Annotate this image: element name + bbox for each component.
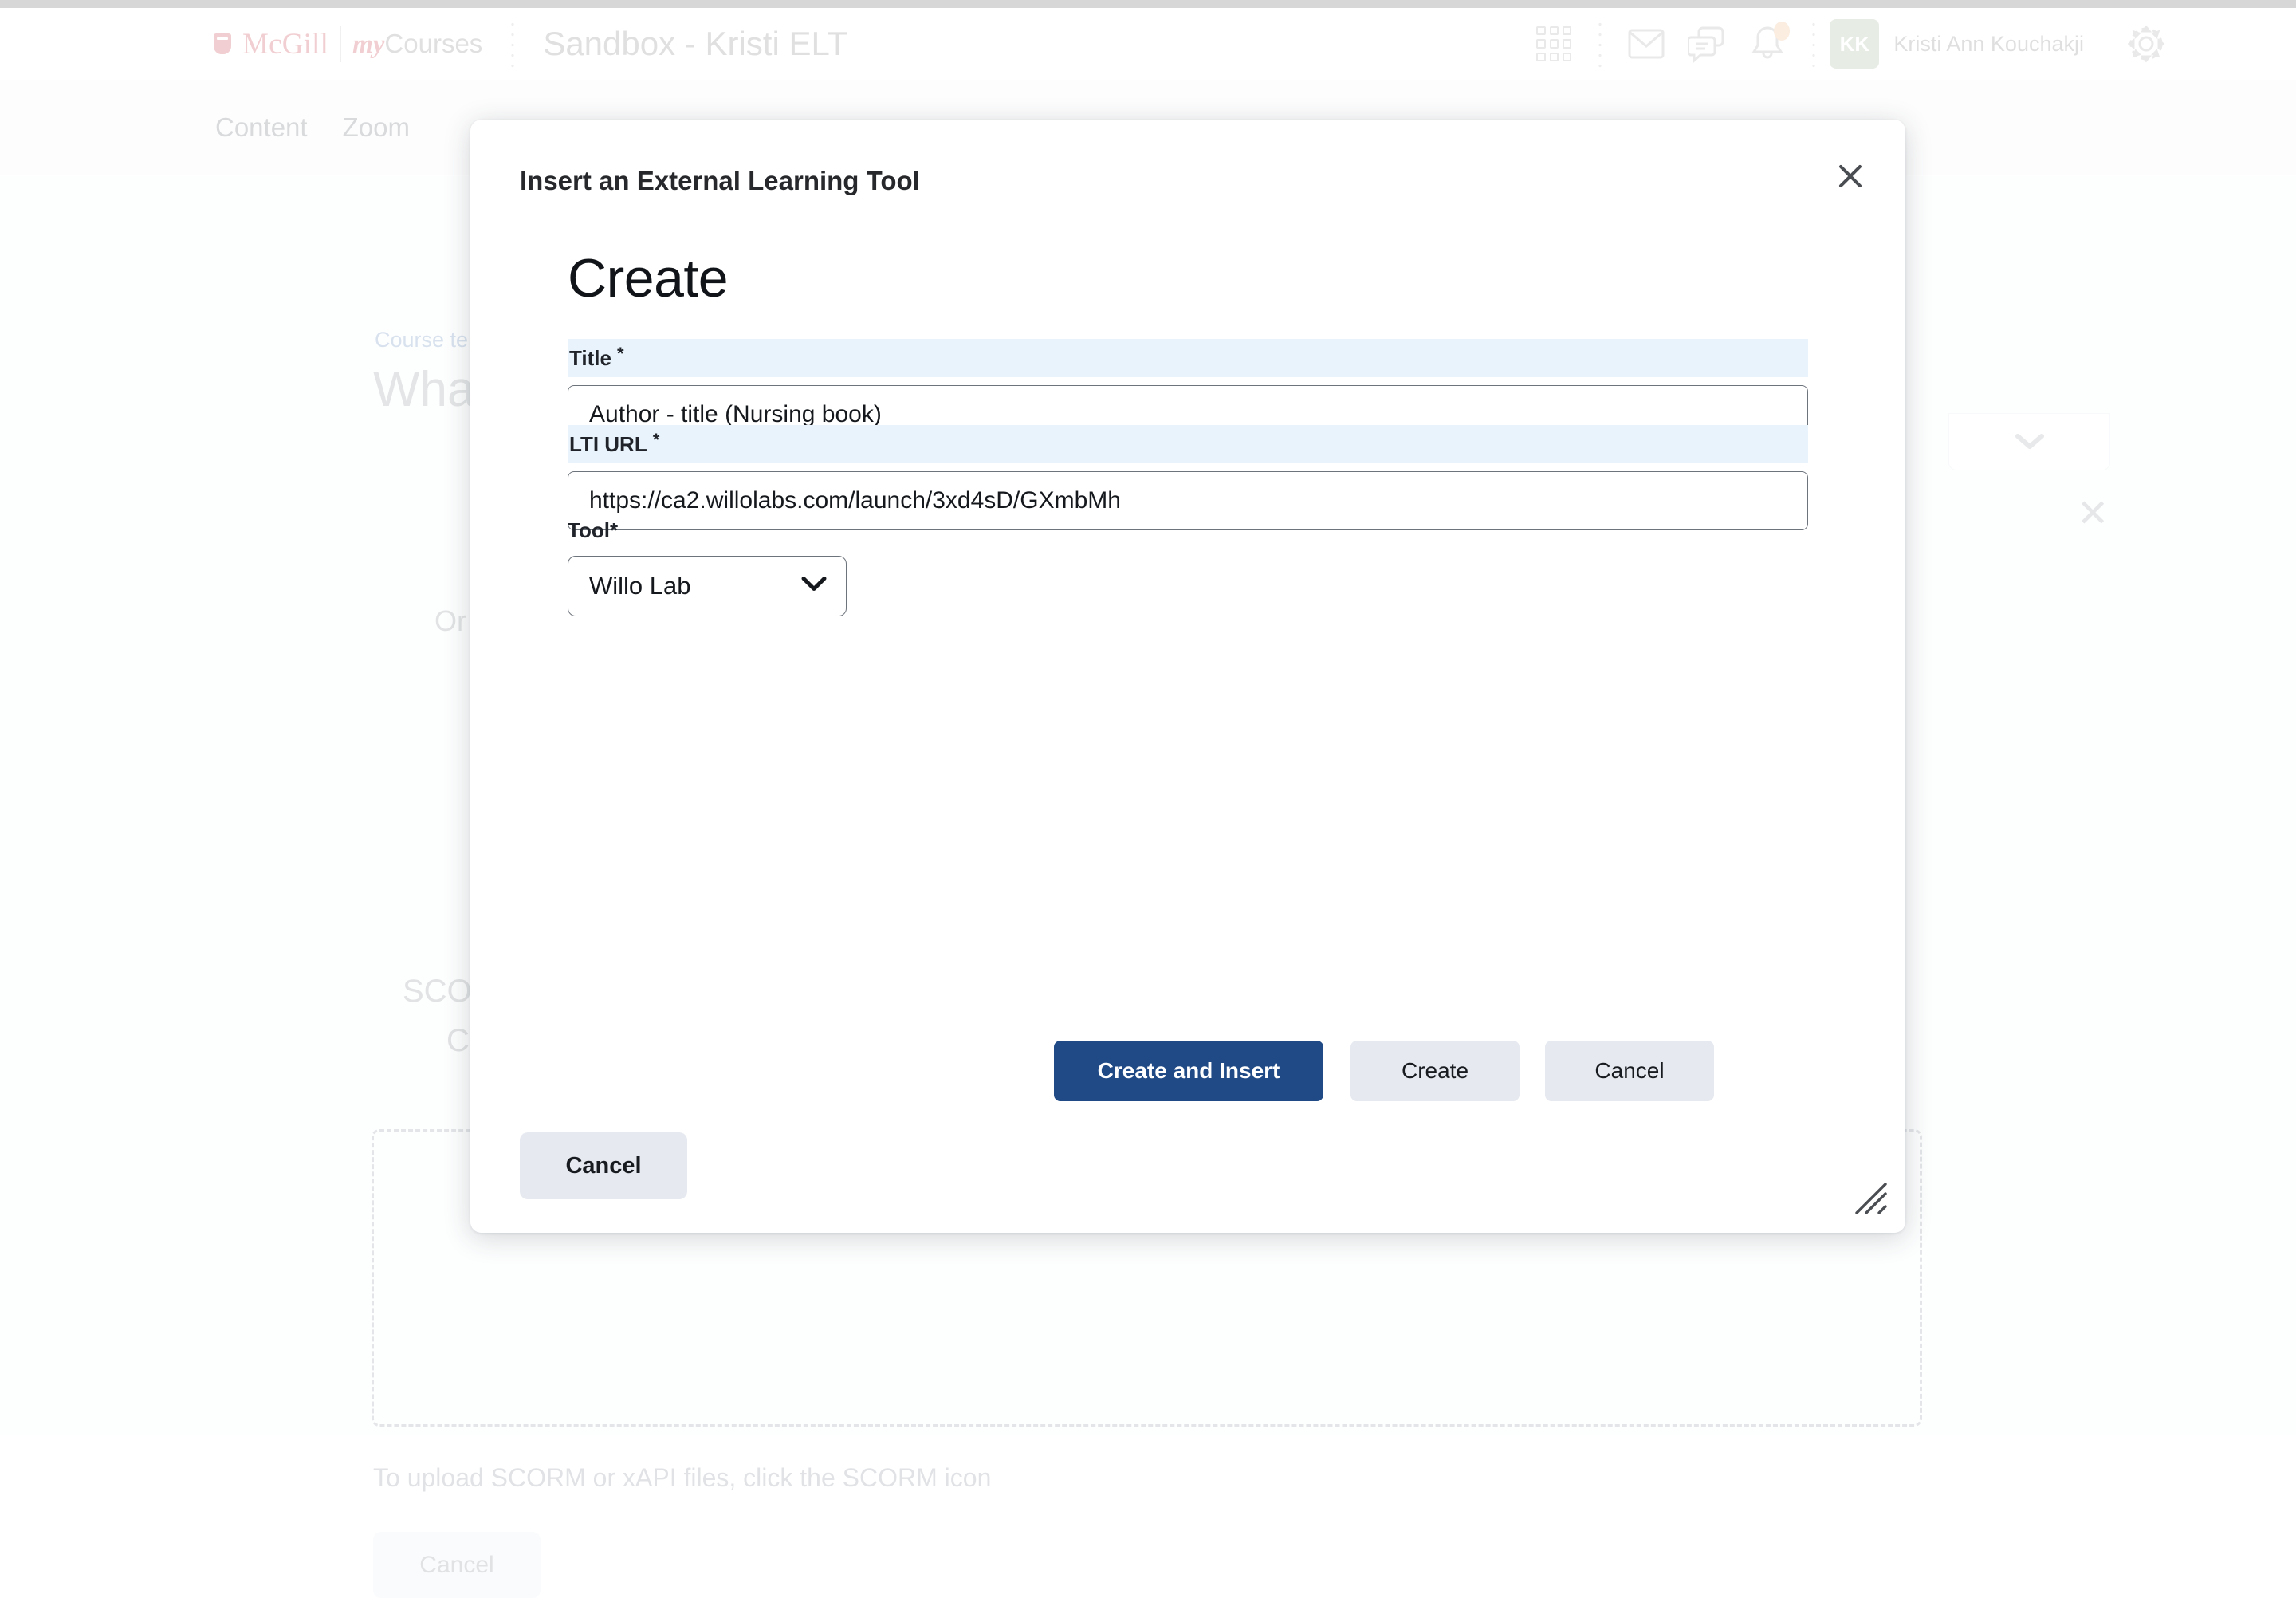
browser-top-strip [0,0,2296,8]
scorm-text-line-1: SCO [403,974,472,1010]
header-divider-dots [511,19,514,69]
dialog-body: Create Title * LTI URL * Tool * [470,215,1905,1233]
breadcrumb[interactable]: Course te [375,328,468,352]
tab-content[interactable]: Content [198,112,325,143]
chat-icon[interactable] [1677,14,1737,74]
dialog-title: Insert an External Learning Tool [520,166,920,196]
dialog-footer-cancel-button[interactable]: Cancel [520,1132,687,1199]
title-field-label: Title * [568,339,1808,377]
tool-label-text: Tool [568,518,610,543]
upload-helper-text: To upload SCORM or xAPI files, click the… [373,1463,991,1493]
brand-divider [340,26,341,62]
waffle-grid-icon[interactable] [1523,14,1584,74]
background-cancel-button[interactable]: Cancel [373,1532,541,1598]
header-actions: KK Kristi Ann Kouchakji [1523,14,2176,74]
brand-logo[interactable]: McGill myCourses [214,26,482,62]
panel-close-icon[interactable]: ✕ [2077,495,2109,533]
create-heading: Create [568,247,728,309]
brand-courses-text: Courses [384,29,482,58]
insert-external-learning-tool-dialog: Insert an External Learning Tool Create … [470,120,1905,1233]
lti-url-required-mark: * [653,430,660,451]
tool-field-label: Tool * [568,514,847,546]
notification-dot [1774,22,1790,41]
site-header: McGill myCourses Sandbox - Kristi ELT KK [0,8,2296,80]
tool-selected-value: Willo Lab [589,572,691,600]
tool-required-mark: * [610,518,618,543]
lti-url-field-label: LTI URL * [568,425,1808,463]
header-divider-dots-2 [1598,19,1602,69]
tool-select[interactable]: Willo Lab [568,556,847,616]
title-required-mark: * [617,344,624,364]
dialog-header: Insert an External Learning Tool [470,120,1905,215]
create-button[interactable]: Create [1350,1041,1520,1101]
mail-icon[interactable] [1616,14,1677,74]
course-title: Sandbox - Kristi ELT [543,25,847,63]
tool-select-wrapper: Willo Lab [568,556,847,616]
tool-field-group: Tool * Willo Lab [568,514,847,616]
close-icon[interactable] [1827,153,1873,199]
avatar[interactable]: KK [1830,19,1879,69]
page-title: Wha [373,361,474,418]
lti-url-label-text: LTI URL [569,432,647,457]
brand-mycourses-text: myCourses [352,29,482,60]
title-label-text: Title [569,346,611,371]
resize-grip-icon[interactable] [1854,1182,1888,1215]
collapse-chevron-button[interactable] [1948,413,2110,470]
dialog-action-buttons: Create and Insert Create Cancel [1054,1041,1714,1101]
scorm-text-line-2: C [446,1023,470,1059]
gear-icon[interactable] [2116,14,2176,74]
header-divider-dots-3 [1812,19,1815,69]
user-name[interactable]: Kristi Ann Kouchakji [1893,32,2084,57]
brand-mcgill-text: McGill [242,27,328,61]
brand-my-text: my [352,30,384,59]
or-separator-text: Or [434,604,466,638]
bell-icon[interactable] [1737,14,1798,74]
mcgill-shield-icon [214,33,231,54]
cancel-button[interactable]: Cancel [1545,1041,1714,1101]
tab-zoom[interactable]: Zoom [325,112,427,143]
create-and-insert-button[interactable]: Create and Insert [1054,1041,1323,1101]
